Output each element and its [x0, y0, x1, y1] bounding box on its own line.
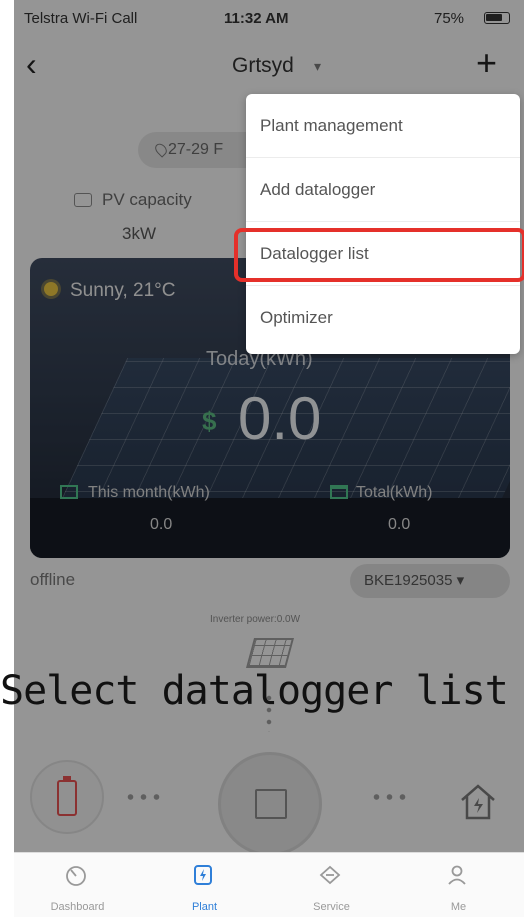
- battery-node[interactable]: [30, 760, 104, 834]
- phone-screen: Telstra Wi-Fi Call 11:32 AM 75% ‹ Grtsyd…: [14, 0, 524, 917]
- pv-capacity-label: PV capacity: [102, 190, 192, 209]
- me-icon: [448, 865, 466, 885]
- total-energy-icon: [330, 485, 348, 499]
- carrier-label: Telstra Wi-Fi Call: [24, 10, 138, 27]
- location-pin-icon: [152, 141, 170, 158]
- serial-text: BKE1925035: [364, 572, 453, 589]
- battery-icon: [484, 12, 510, 24]
- inverter-icon: [255, 789, 287, 819]
- tab-dashboard[interactable]: Dashboard: [14, 853, 141, 917]
- status-text: offline: [30, 570, 76, 589]
- address-text: 27-29 F: [168, 141, 224, 158]
- tab-me[interactable]: Me: [395, 853, 522, 917]
- status-bar: Telstra Wi-Fi Call 11:32 AM 75%: [14, 0, 524, 40]
- back-chevron-icon[interactable]: ‹: [26, 46, 37, 83]
- tab-service[interactable]: Service: [268, 853, 395, 917]
- pv-capacity-icon: [74, 193, 92, 207]
- pv-capacity-value: 3kW: [122, 224, 156, 243]
- clock: 11:32 AM: [224, 10, 289, 27]
- sun-icon: [44, 282, 58, 296]
- tab-me-label: Me: [450, 901, 467, 913]
- add-dropdown-menu: Plant management Add datalogger Datalogg…: [246, 94, 520, 354]
- total-label-row: Total(kWh): [330, 484, 432, 502]
- dashboard-icon: [66, 866, 86, 886]
- today-value: 0.0: [238, 385, 322, 452]
- navigation-bar: ‹ Grtsyd ▾ +: [14, 40, 524, 92]
- flow-indicator-left: [124, 794, 164, 800]
- flow-indicator-right: [370, 794, 410, 800]
- weather-row: Sunny, 21°C: [44, 280, 175, 302]
- chevron-down-icon: ▾: [456, 572, 465, 589]
- dollar-icon: $: [202, 406, 217, 436]
- month-label-row: This month(kWh): [60, 484, 210, 502]
- total-label: Total(kWh): [356, 484, 433, 501]
- inverter-node[interactable]: [218, 752, 322, 856]
- weather-text: Sunny, 21°C: [70, 280, 176, 301]
- plus-icon[interactable]: +: [476, 42, 497, 84]
- menu-item-optimizer[interactable]: Optimizer: [246, 286, 520, 350]
- battery-level-icon: [57, 776, 77, 816]
- service-icon: [319, 865, 341, 885]
- calendar-icon: [60, 485, 78, 499]
- pv-capacity-label-row: PV capacity: [74, 190, 192, 210]
- tab-plant-label: Plant: [191, 901, 218, 913]
- plant-icon: [194, 865, 212, 885]
- device-serial-dropdown[interactable]: BKE1925035 ▾: [350, 564, 510, 598]
- menu-item-plant-management[interactable]: Plant management: [246, 94, 520, 158]
- battery-percent: 75%: [434, 10, 465, 27]
- title-dropdown-icon[interactable]: ▾: [314, 58, 321, 75]
- highlight-annotation: [234, 228, 524, 282]
- tab-service-label: Service: [313, 901, 350, 913]
- solar-grid-icon: [245, 638, 295, 668]
- home-icon[interactable]: [458, 782, 498, 822]
- plant-title[interactable]: Grtsyd: [232, 54, 294, 78]
- total-value: 0.0: [388, 516, 411, 533]
- menu-item-add-datalogger[interactable]: Add datalogger: [246, 158, 520, 222]
- tab-plant[interactable]: Plant: [141, 853, 268, 917]
- instruction-caption: Select datalogger list: [0, 668, 509, 714]
- month-label: This month(kWh): [88, 484, 210, 501]
- roof-image: [30, 498, 510, 558]
- month-value: 0.0: [150, 516, 173, 533]
- inverter-power-text: Inverter power:0.0W: [210, 614, 301, 625]
- tab-dashboard-label: Dashboard: [50, 901, 105, 913]
- tab-bar: Dashboard Plant Service Me: [14, 852, 524, 917]
